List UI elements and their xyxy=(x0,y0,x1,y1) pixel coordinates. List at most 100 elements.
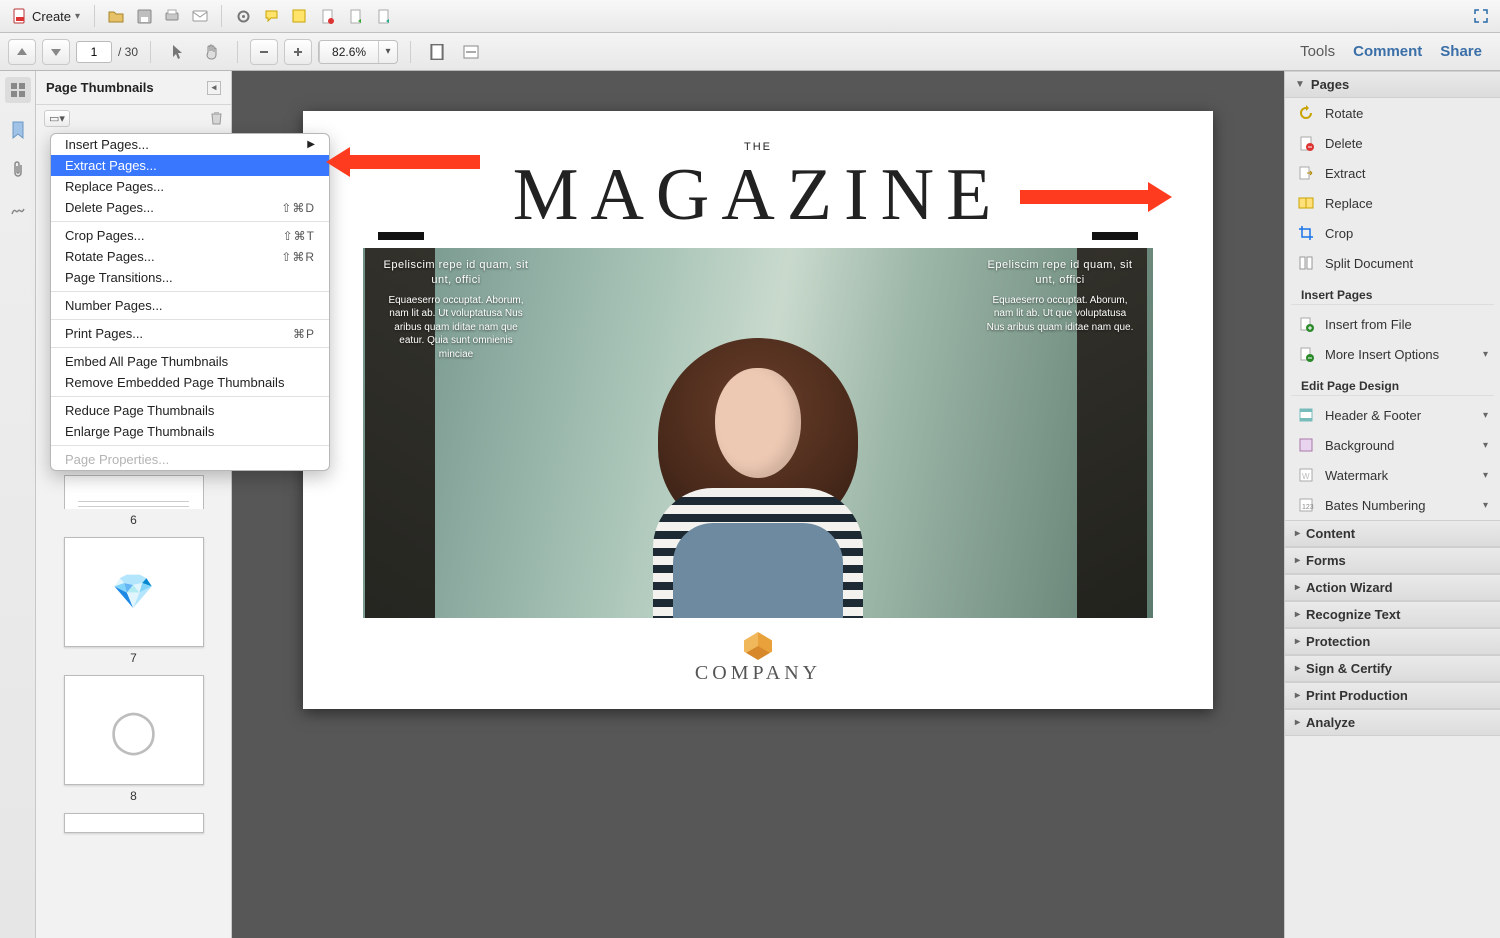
context-menu-item[interactable]: Insert Pages...▶ xyxy=(51,134,329,155)
tools-item-delete[interactable]: Delete xyxy=(1285,128,1500,158)
collapsed-section-header[interactable]: ▸Action Wizard xyxy=(1285,574,1500,601)
thumbnail-item[interactable]: 6 xyxy=(64,475,204,527)
zoom-in-button[interactable] xyxy=(284,39,312,65)
email-button[interactable] xyxy=(187,3,213,29)
toolbar-separator xyxy=(221,5,222,27)
tools-item-split[interactable]: Split Document xyxy=(1285,248,1500,278)
attachment-tab-icon[interactable] xyxy=(5,157,31,183)
collapsed-section-header[interactable]: ▸Print Production xyxy=(1285,682,1500,709)
context-menu-item[interactable]: Extract Pages... xyxy=(51,155,329,176)
annotation-arrow-right xyxy=(1020,186,1172,208)
collapsed-section-header[interactable]: ▸Forms xyxy=(1285,547,1500,574)
context-menu-item[interactable]: Delete Pages...⇧⌘D xyxy=(51,197,329,218)
fit-width-button[interactable] xyxy=(457,39,485,65)
tools-item-label: Insert from File xyxy=(1325,317,1412,332)
collapsed-section-header[interactable]: ▸Protection xyxy=(1285,628,1500,655)
tools-item-label: Replace xyxy=(1325,196,1373,211)
page-down-button[interactable] xyxy=(42,39,70,65)
caret-down-icon: ▾ xyxy=(379,46,397,57)
tools-item-headerfooter[interactable]: Header & Footer▾ xyxy=(1285,400,1500,430)
open-button[interactable] xyxy=(103,3,129,29)
create-dropdown[interactable]: Create ▾ xyxy=(6,6,86,26)
bookmark-tab-icon[interactable] xyxy=(5,117,31,143)
context-menu-item[interactable]: Number Pages... xyxy=(51,295,329,316)
tools-item-watermark[interactable]: WWatermark▾ xyxy=(1285,460,1500,490)
fit-page-button[interactable] xyxy=(423,39,451,65)
section-title: Print Production xyxy=(1306,688,1408,703)
fullscreen-button[interactable] xyxy=(1468,3,1494,29)
hero-text-heading: Epeliscim repe id quam, sit unt, offici xyxy=(381,258,531,288)
tools-item-more_insert[interactable]: More Insert Options▾ xyxy=(1285,339,1500,369)
pdf-icon xyxy=(12,8,28,24)
toolbar-separator xyxy=(410,41,411,63)
tools-item-label: Rotate xyxy=(1325,106,1363,121)
zoom-out-button[interactable] xyxy=(250,39,278,65)
right-tab-group: Tools Comment Share xyxy=(1300,43,1492,60)
tools-item-crop[interactable]: Crop xyxy=(1285,218,1500,248)
tab-comment[interactable]: Comment xyxy=(1353,43,1422,60)
thumbnail-number: 6 xyxy=(64,513,204,527)
tab-share[interactable]: Share xyxy=(1440,43,1482,60)
save-button[interactable] xyxy=(131,3,157,29)
tools-item-label: More Insert Options xyxy=(1325,347,1439,362)
note-button[interactable] xyxy=(286,3,312,29)
zoom-dropdown[interactable]: 82.6% ▾ xyxy=(318,40,398,64)
tools-item-rotate[interactable]: Rotate xyxy=(1285,98,1500,128)
replace-icon xyxy=(1297,194,1315,212)
thumbnail-item[interactable]: ◯ 8 xyxy=(64,675,204,803)
extract-icon xyxy=(1297,164,1315,182)
context-menu-item[interactable]: Print Pages...⌘P xyxy=(51,323,329,344)
section-title: Recognize Text xyxy=(1306,607,1400,622)
collapsed-section-header[interactable]: ▸Sign & Certify xyxy=(1285,655,1500,682)
hand-tool-button[interactable] xyxy=(197,39,225,65)
main-toolbar: Create ▾ xyxy=(0,0,1500,33)
print-button[interactable] xyxy=(159,3,185,29)
collapsed-section-header[interactable]: ▸Recognize Text xyxy=(1285,601,1500,628)
settings-button[interactable] xyxy=(230,3,256,29)
context-menu-item[interactable]: Page Transitions... xyxy=(51,267,329,288)
add-page-button[interactable] xyxy=(342,3,368,29)
tools-item-background[interactable]: Background▾ xyxy=(1285,430,1500,460)
page-number-input[interactable] xyxy=(76,41,112,63)
tools-item-replace[interactable]: Replace xyxy=(1285,188,1500,218)
page-up-button[interactable] xyxy=(8,39,36,65)
context-menu-item[interactable]: Enlarge Page Thumbnails xyxy=(51,421,329,442)
section-pages-header[interactable]: ▼Pages xyxy=(1285,71,1500,98)
collapse-panel-button[interactable]: ◂ xyxy=(207,81,221,95)
company-logo-icon xyxy=(744,632,772,660)
bates-icon: 123 xyxy=(1297,496,1315,514)
collapsed-section-header[interactable]: ▸Content xyxy=(1285,520,1500,547)
context-menu-item[interactable]: Remove Embedded Page Thumbnails xyxy=(51,372,329,393)
thumbnail-options-button[interactable]: ▭▾ xyxy=(44,110,70,127)
context-menu-item[interactable]: Rotate Pages...⇧⌘R xyxy=(51,246,329,267)
thumbnails-toolbar: ▭▾ xyxy=(36,105,231,131)
context-menu-item[interactable]: Reduce Page Thumbnails xyxy=(51,400,329,421)
chevron-down-icon: ▾ xyxy=(1483,440,1488,451)
headerfooter-icon xyxy=(1297,406,1315,424)
context-menu-item[interactable]: Crop Pages...⇧⌘T xyxy=(51,225,329,246)
tab-tools[interactable]: Tools xyxy=(1300,43,1335,60)
thumbnail-item[interactable] xyxy=(64,813,204,833)
tools-item-label: Header & Footer xyxy=(1325,408,1421,423)
collapsed-section-header[interactable]: ▸Analyze xyxy=(1285,709,1500,736)
comment-bubble-button[interactable] xyxy=(258,3,284,29)
context-menu-item[interactable]: Embed All Page Thumbnails xyxy=(51,351,329,372)
crop-icon xyxy=(1297,224,1315,242)
select-tool-button[interactable] xyxy=(163,39,191,65)
export-page-button[interactable] xyxy=(370,3,396,29)
section-title: Pages xyxy=(1311,77,1349,92)
tools-item-label: Delete xyxy=(1325,136,1363,151)
toolbar-separator xyxy=(237,41,238,63)
thumbnail-item[interactable]: 💎 7 xyxy=(64,537,204,665)
tools-item-bates[interactable]: 123Bates Numbering▾ xyxy=(1285,490,1500,520)
delete-page-button[interactable] xyxy=(314,3,340,29)
hero-text-body: Equaeserro occuptat. Aborum, nam lit ab.… xyxy=(381,294,531,362)
context-menu-item[interactable]: Replace Pages... xyxy=(51,176,329,197)
zoom-value: 82.6% xyxy=(319,41,379,63)
delete-thumbnail-button[interactable] xyxy=(210,111,223,125)
signatures-tab-icon[interactable] xyxy=(5,197,31,223)
background-icon xyxy=(1297,436,1315,454)
thumbnails-tab-icon[interactable] xyxy=(5,77,31,103)
tools-item-insert_file[interactable]: Insert from File xyxy=(1285,309,1500,339)
tools-item-extract[interactable]: Extract xyxy=(1285,158,1500,188)
